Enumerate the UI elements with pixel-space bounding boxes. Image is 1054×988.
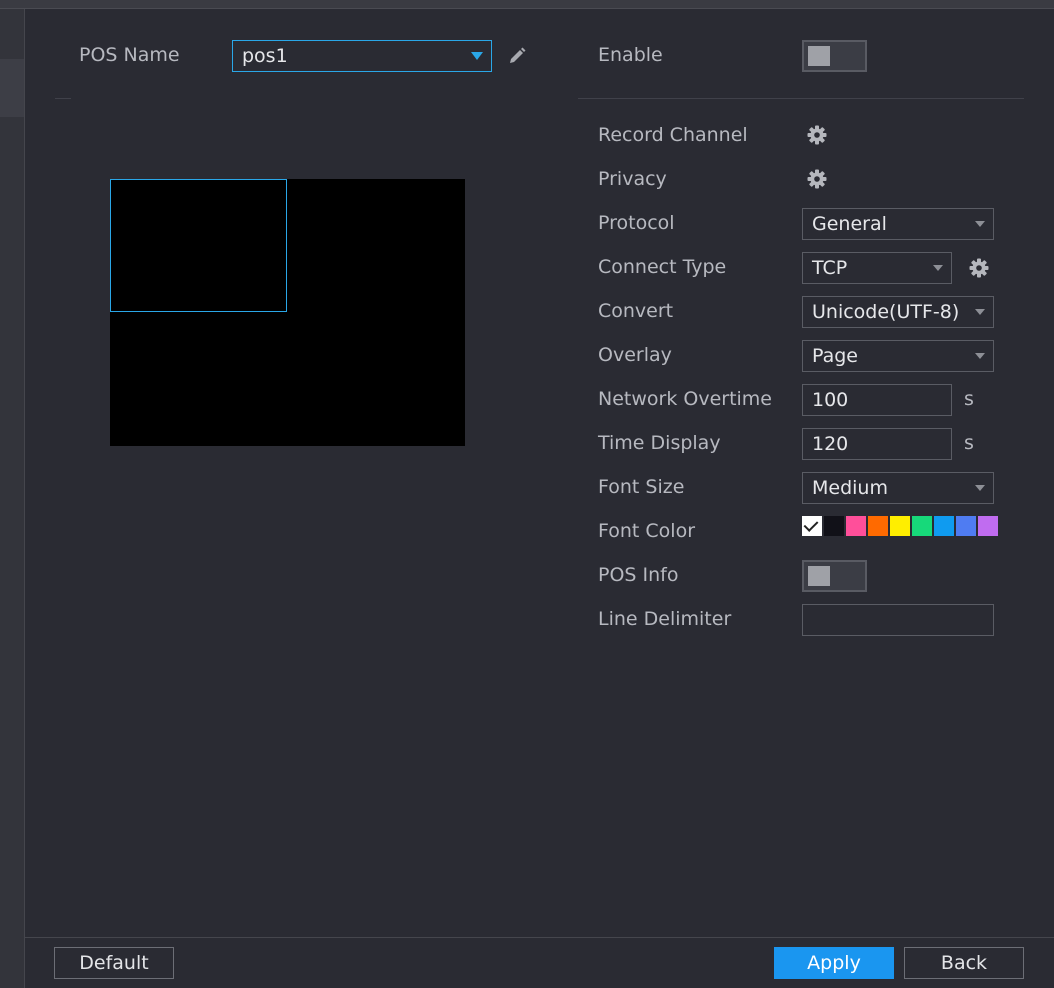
line-delimiter-label: Line Delimiter <box>598 608 732 630</box>
time-display-input[interactable]: 120 <box>802 428 952 460</box>
network-overtime-label: Network Overtime <box>598 388 772 410</box>
back-button[interactable]: Back <box>904 947 1024 979</box>
connect-type-gear-icon[interactable] <box>969 258 989 278</box>
video-preview[interactable] <box>110 179 465 446</box>
divider-right <box>578 98 1024 99</box>
font-color-swatches <box>802 516 998 536</box>
line-delimiter-input[interactable] <box>802 604 994 636</box>
overlay-label: Overlay <box>598 344 672 366</box>
connect-type-select[interactable]: TCP <box>802 252 952 284</box>
enable-toggle[interactable] <box>802 40 867 72</box>
overlay-select[interactable]: Page <box>802 340 994 372</box>
left-sidebar <box>0 9 25 988</box>
dropdown-arrow-icon <box>975 221 985 227</box>
protocol-select[interactable]: General <box>802 208 994 240</box>
overlay-value: Page <box>812 345 858 367</box>
default-button[interactable]: Default <box>54 947 174 979</box>
pos-info-label: POS Info <box>598 564 679 586</box>
dropdown-arrow-icon <box>933 265 943 271</box>
privacy-label: Privacy <box>598 168 667 190</box>
sidebar-selected-item[interactable] <box>0 59 24 117</box>
protocol-label: Protocol <box>598 212 675 234</box>
dropdown-arrow-icon <box>975 353 985 359</box>
dropdown-arrow-icon <box>975 309 985 315</box>
font-color-label: Font Color <box>598 520 696 542</box>
privacy-gear-icon[interactable] <box>807 169 827 189</box>
convert-value: Unicode(UTF-8) <box>812 301 960 323</box>
record-channel-gear-icon[interactable] <box>807 125 827 145</box>
footer-bar: Default Apply Back <box>25 937 1054 988</box>
network-overtime-value: 100 <box>812 389 849 411</box>
connect-type-label: Connect Type <box>598 256 727 278</box>
font-color-swatch-4[interactable] <box>868 516 888 536</box>
font-color-swatch-7[interactable] <box>934 516 954 536</box>
protocol-value: General <box>812 213 887 235</box>
pos-name-label: POS Name <box>79 44 180 66</box>
time-display-value: 120 <box>812 433 849 455</box>
font-size-value: Medium <box>812 477 888 499</box>
font-color-swatch-8[interactable] <box>956 516 976 536</box>
pos-info-toggle[interactable] <box>802 560 867 592</box>
font-color-swatch-1[interactable] <box>802 516 822 536</box>
font-color-swatch-3[interactable] <box>846 516 866 536</box>
connect-type-value: TCP <box>812 257 848 279</box>
font-color-swatch-6[interactable] <box>912 516 932 536</box>
convert-label: Convert <box>598 300 674 322</box>
convert-select[interactable]: Unicode(UTF-8) <box>802 296 994 328</box>
pos-name-select[interactable]: pos1 <box>232 40 492 72</box>
overlay-region-box[interactable] <box>110 179 287 312</box>
network-overtime-unit: s <box>964 388 974 410</box>
font-size-select[interactable]: Medium <box>802 472 994 504</box>
dropdown-arrow-icon <box>975 485 985 491</box>
apply-button[interactable]: Apply <box>774 947 894 979</box>
edit-pencil-icon[interactable] <box>507 46 527 66</box>
time-display-unit: s <box>964 432 974 454</box>
font-color-swatch-5[interactable] <box>890 516 910 536</box>
toggle-knob <box>808 566 830 586</box>
divider-left <box>55 98 71 99</box>
toggle-knob <box>808 46 830 66</box>
font-size-label: Font Size <box>598 476 685 498</box>
time-display-label: Time Display <box>598 432 721 454</box>
font-color-swatch-2[interactable] <box>824 516 844 536</box>
record-channel-label: Record Channel <box>598 124 748 146</box>
pos-name-value: pos1 <box>242 45 288 67</box>
top-bar <box>0 0 1054 9</box>
dropdown-arrow-icon <box>471 52 483 60</box>
enable-label: Enable <box>598 44 663 66</box>
network-overtime-input[interactable]: 100 <box>802 384 952 416</box>
font-color-swatch-9[interactable] <box>978 516 998 536</box>
